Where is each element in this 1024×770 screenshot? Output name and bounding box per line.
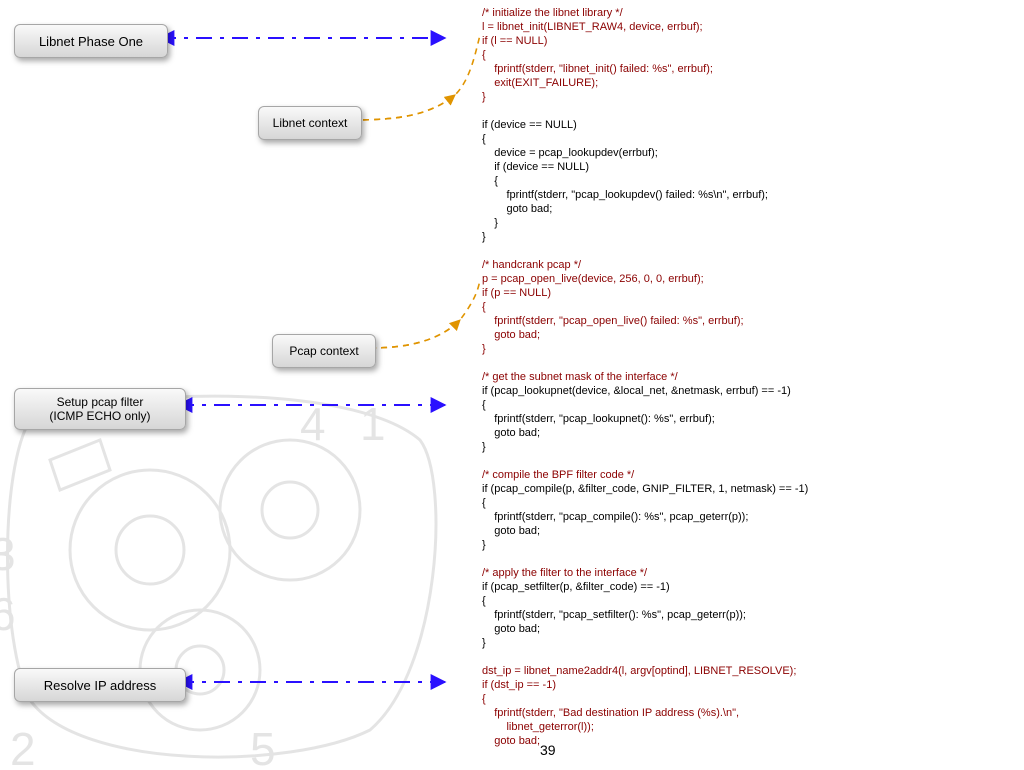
code-line: fprintf(stderr, "libnet_init() failed: %… (482, 63, 713, 75)
code-line: device = pcap_lookupdev(errbuf); (482, 147, 658, 159)
svg-text:5: 5 (250, 723, 276, 770)
box-libnet-context: Libnet context (258, 106, 362, 140)
code-line: fprintf(stderr, "Bad destination IP addr… (482, 707, 739, 719)
code-line: goto bad; (482, 203, 552, 215)
code-line: if (pcap_compile(p, &filter_code, GNIP_F… (482, 483, 808, 495)
code-line: goto bad; (482, 525, 540, 537)
code-line: if (l == NULL) (482, 35, 547, 47)
code-line: goto bad; (482, 623, 540, 635)
code-line: l = libnet_init(LIBNET_RAW4, device, err… (482, 21, 703, 33)
code-line: { (482, 595, 486, 607)
box-pcap-context: Pcap context (272, 334, 376, 368)
code-line: { (482, 693, 486, 705)
code-line: { (482, 497, 486, 509)
code-line: } (482, 441, 486, 453)
code-line: } (482, 231, 486, 243)
svg-text:2: 2 (10, 723, 36, 770)
gear-watermark: 3 6 4 1 2 5 (0, 370, 470, 770)
code-line: if (device == NULL) (482, 161, 589, 173)
code-line: { (482, 133, 486, 145)
code-line: goto bad; (482, 427, 540, 439)
code-line: dst_ip = libnet_name2addr4(l, argv[optin… (482, 665, 796, 677)
code-line: /* apply the filter to the interface */ (482, 567, 647, 579)
code-line: { (482, 399, 486, 411)
code-line: } (482, 637, 486, 649)
code-line: } (482, 217, 498, 229)
code-line: if (p == NULL) (482, 287, 551, 299)
code-line: if (pcap_lookupnet(device, &local_net, &… (482, 385, 791, 397)
code-line: { (482, 301, 486, 313)
svg-text:1: 1 (360, 398, 386, 450)
code-line: fprintf(stderr, "pcap_setfilter(): %s", … (482, 609, 746, 621)
code-line: } (482, 91, 486, 103)
code-line: fprintf(stderr, "pcap_compile(): %s", pc… (482, 511, 748, 523)
code-line: if (device == NULL) (482, 119, 577, 131)
code-line: } (482, 539, 486, 551)
code-line: fprintf(stderr, "pcap_open_live() failed… (482, 315, 744, 327)
code-line: { (482, 49, 486, 61)
code-line: fprintf(stderr, "pcap_lookupnet(): %s", … (482, 413, 715, 425)
svg-text:6: 6 (0, 588, 16, 640)
box-setup-pcap-filter: Setup pcap filter (ICMP ECHO only) (14, 388, 186, 430)
code-line: exit(EXIT_FAILURE); (482, 77, 598, 89)
code-line: goto bad; (482, 329, 540, 341)
svg-text:3: 3 (0, 528, 16, 580)
code-line: { (482, 175, 498, 187)
code-line: /* initialize the libnet library */ (482, 7, 623, 19)
box-resolve-ip: Resolve IP address (14, 668, 186, 702)
code-line: } (482, 343, 486, 355)
svg-text:4: 4 (300, 398, 326, 450)
code-line: /* get the subnet mask of the interface … (482, 371, 678, 383)
code-line: /* compile the BPF filter code */ (482, 469, 634, 481)
page-number: 39 (540, 742, 556, 758)
code-line: goto bad; (482, 735, 540, 747)
code-line: p = pcap_open_live(device, 256, 0, 0, er… (482, 273, 704, 285)
code-listing: /* initialize the libnet library */ l = … (482, 6, 1012, 748)
code-line: fprintf(stderr, "pcap_lookupdev() failed… (482, 189, 768, 201)
code-line: if (pcap_setfilter(p, &filter_code) == -… (482, 581, 670, 593)
code-line: /* handcrank pcap */ (482, 259, 581, 271)
box-libnet-phase-one: Libnet Phase One (14, 24, 168, 58)
code-line: libnet_geterror(l)); (482, 721, 594, 733)
code-line: if (dst_ip == -1) (482, 679, 556, 691)
